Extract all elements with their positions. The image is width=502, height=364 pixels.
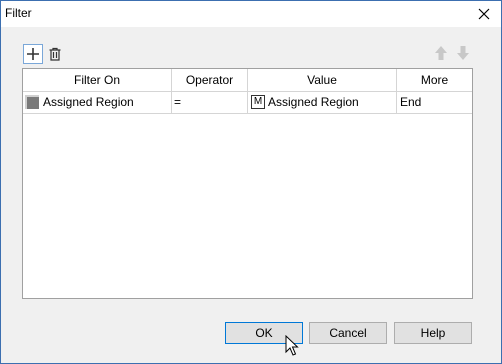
operator-cell[interactable]: = [172,92,248,114]
plus-icon [27,48,39,60]
move-down-button[interactable] [455,44,471,62]
help-button[interactable]: Help [394,322,472,344]
value-text: Assigned Region [268,95,359,109]
operator-value: = [174,95,182,109]
column-header-value[interactable]: Value [248,69,397,92]
more-cell[interactable]: End [397,92,472,114]
more-value: End [400,95,422,109]
value-cell[interactable]: M Assigned Region [248,92,397,114]
filter-grid: Filter On Operator Value More Assigned R… [22,68,473,299]
column-header-operator[interactable]: Operator [172,69,248,92]
dialog-title: Filter [5,6,32,20]
arrow-up-icon [435,46,447,60]
filter-on-value: Assigned Region [43,95,134,109]
mouse-cursor-icon [285,335,299,356]
column-header-filter-on[interactable]: Filter On [23,69,172,92]
column-header-more[interactable]: More [397,69,472,92]
delete-filter-button[interactable] [45,44,65,64]
move-up-button[interactable] [433,44,449,62]
filter-on-cell[interactable]: Assigned Region [23,92,172,114]
add-filter-button[interactable] [23,44,43,64]
parameter-icon: M [251,95,265,109]
close-button[interactable] [467,1,501,27]
title-bar: Filter [1,1,501,27]
close-icon [478,8,490,20]
trash-icon [49,47,61,61]
filter-dialog: Filter Filter On Operator Value More Ass… [0,0,502,364]
arrow-down-icon [457,46,469,60]
field-icon [25,95,39,109]
cancel-button[interactable]: Cancel [309,322,387,344]
